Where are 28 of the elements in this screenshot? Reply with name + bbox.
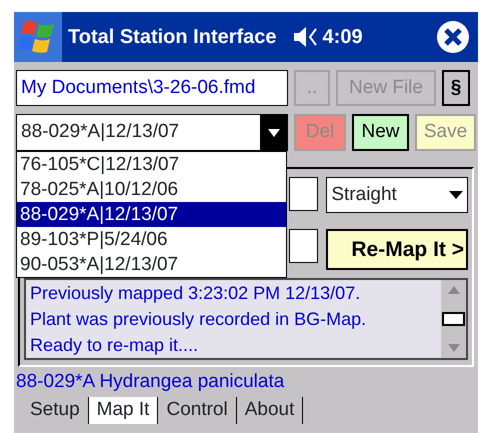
dropdown-option[interactable]: 88-029*A|12/13/07 [17,202,286,227]
input-field[interactable] [289,177,318,211]
close-icon[interactable] [436,20,470,54]
message-line: Plant was previously recorded in BG-Map. [30,308,368,331]
tab[interactable]: Map It [88,396,158,424]
remap-button[interactable]: Re-Map It > [326,229,468,270]
input-field[interactable] [289,229,318,263]
file-path-field[interactable]: My Documents\3-26-06.fmd [16,70,288,106]
mode-dropdown[interactable]: Straight [326,177,468,213]
plant-name-label: 88-029*A Hydrangea paniculata [15,371,286,394]
record-action-button[interactable]: New [352,114,409,151]
speaker-icon[interactable] [292,26,319,48]
dropdown-option[interactable]: 90-053*A|12/13/07 [17,252,286,277]
tab[interactable]: About [236,396,304,424]
message-line: Ready to re-map it.... [30,334,200,357]
window-title: Total Station Interface [68,25,277,49]
scrollbar-thumb[interactable] [442,312,465,326]
dropdown-option[interactable]: 78-025*A|10/12/06 [17,177,286,202]
clock-time[interactable]: 4:09 [322,25,363,49]
dropdown-option[interactable]: 76-105*C|12/13/07 [17,152,286,177]
section-button[interactable]: § [442,70,470,106]
record-dropdown[interactable]: 88-029*A|12/13/07 [16,114,288,151]
scrollbar[interactable] [441,280,466,358]
dropdown-arrow-icon [268,128,280,136]
dropdown-option[interactable]: 89-103*P|5/24/06 [17,227,286,252]
dropdown-button[interactable] [260,115,287,150]
dropdown-arrow-icon [449,191,463,199]
message-line: Previously mapped 3:23:02 PM 12/13/07. [30,282,362,305]
